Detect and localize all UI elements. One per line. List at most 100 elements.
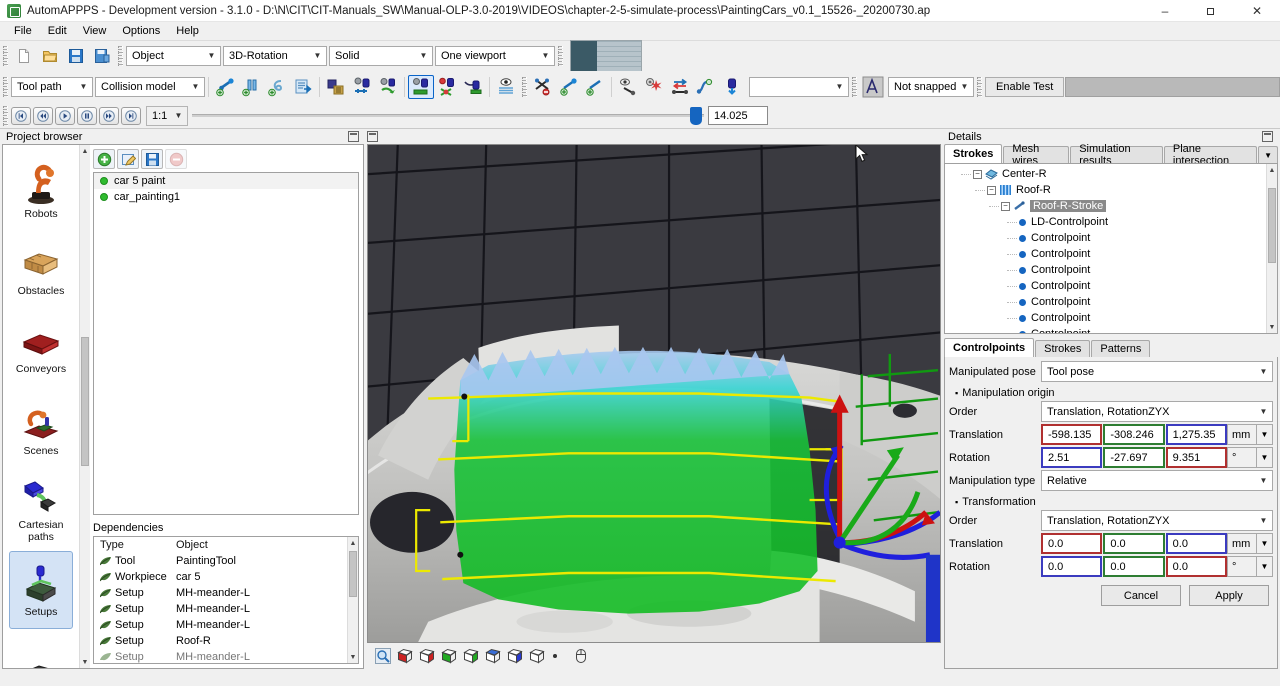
table-row[interactable]: Tool PaintingTool [94, 553, 347, 569]
transform-rotation-y[interactable]: 0.0 [1103, 556, 1164, 577]
step-back-button[interactable] [33, 107, 53, 125]
tool-calibrate-icon[interactable] [375, 75, 401, 99]
zoom-fit-icon[interactable] [373, 646, 393, 666]
chevron-down-icon[interactable]: ▼ [1257, 447, 1273, 468]
scroll-down-icon[interactable]: ▼ [80, 656, 90, 668]
dependencies-scrollbar[interactable]: ▲ ▼ [347, 537, 358, 663]
view-more-icon[interactable] [549, 646, 561, 666]
timeline-slider-handle[interactable] [690, 107, 702, 125]
snap-mode-combo[interactable]: Not snapped ▼ [888, 77, 974, 97]
reverse-direction-icon[interactable] [667, 75, 693, 99]
chevron-down-icon[interactable]: ▼ [1257, 556, 1273, 577]
cancel-button[interactable]: Cancel [1101, 585, 1181, 606]
time-value-field[interactable]: 14.025 [708, 106, 768, 125]
project-item-list[interactable]: car 5 paint car_painting1 [93, 172, 359, 515]
view-right-icon[interactable] [461, 646, 481, 666]
show-setup-icon[interactable] [408, 75, 434, 99]
smooth-path-icon[interactable] [693, 75, 719, 99]
scroll-down-icon[interactable]: ▼ [1267, 321, 1277, 333]
list-item[interactable]: car_painting1 [94, 189, 358, 205]
maximize-button[interactable] [1188, 0, 1234, 22]
toolbar-grip-3[interactable] [558, 46, 563, 66]
view-bottom-icon[interactable] [505, 646, 525, 666]
menu-view[interactable]: View [75, 24, 115, 38]
sidebar-item-setups[interactable]: Setups [9, 551, 73, 629]
expander-icon[interactable]: − [987, 186, 996, 195]
skip-to-start-button[interactable] [11, 107, 31, 125]
menu-options[interactable]: Options [114, 24, 168, 38]
close-button[interactable]: ✕ [1234, 0, 1280, 22]
edit-item-icon[interactable] [117, 149, 139, 169]
view-back-icon[interactable] [417, 646, 437, 666]
delete-point-icon[interactable] [530, 75, 556, 99]
menu-file[interactable]: File [6, 24, 40, 38]
new-file-icon[interactable] [11, 44, 37, 68]
restore-details-icon[interactable] [1262, 131, 1273, 142]
manipulated-pose-combo[interactable]: Tool pose ▼ [1041, 361, 1273, 382]
scroll-down-icon[interactable]: ▼ [348, 651, 358, 663]
play-button[interactable] [55, 107, 75, 125]
manipulation-type-combo[interactable]: Relative ▼ [1041, 470, 1273, 491]
apply-button[interactable]: Apply [1189, 585, 1269, 606]
toolbar-grip-5[interactable] [522, 77, 527, 97]
transform-translation-z[interactable]: 0.0 [1166, 533, 1227, 554]
toolbar-grip-7[interactable] [977, 77, 982, 97]
transform-order-combo[interactable]: Translation, RotationZYX ▼ [1041, 510, 1273, 531]
scrollbar-track[interactable] [80, 157, 90, 656]
timeline-slider[interactable] [192, 107, 704, 125]
pause-button[interactable] [77, 107, 97, 125]
origin-rotation-y[interactable]: -27.697 [1103, 447, 1164, 468]
tree-node-roof-r-stroke[interactable]: − Roof-R-Stroke [945, 198, 1266, 214]
tree-node-controlpoint[interactable]: Controlpoint [945, 294, 1266, 310]
add-spiral-path-icon[interactable] [264, 75, 290, 99]
tree-node-controlpoint[interactable]: Controlpoint [945, 230, 1266, 246]
tree-node-controlpoint[interactable]: Controlpoint [945, 278, 1266, 294]
visibility-lines-icon[interactable] [493, 75, 519, 99]
chevron-down-icon[interactable]: ▼ [1257, 533, 1273, 554]
restore-panel-icon[interactable] [348, 131, 359, 142]
table-row[interactable]: Setup MH-meander-L [94, 649, 347, 663]
minimize-button[interactable]: – [1142, 0, 1188, 22]
table-row[interactable]: Setup MH-meander-L [94, 617, 347, 633]
sidebar-item-cartesian-paths[interactable]: Cartesian paths [9, 471, 73, 549]
apply-path-icon[interactable] [290, 75, 316, 99]
origin-translation-x[interactable]: -598.135 [1041, 424, 1102, 445]
list-item[interactable]: car 5 paint [94, 173, 358, 189]
workpiece-setup-icon[interactable] [323, 75, 349, 99]
snap-mode-icon[interactable] [860, 75, 886, 99]
view-front-icon[interactable] [395, 646, 415, 666]
sidebar-item-obstacles[interactable]: Obstacles [9, 231, 73, 309]
delete-item-icon[interactable] [165, 149, 187, 169]
transform-translation-x[interactable]: 0.0 [1041, 533, 1102, 554]
table-row[interactable]: Setup Roof-R [94, 633, 347, 649]
scrollbar-thumb[interactable] [81, 337, 89, 467]
tree-node-controlpoint[interactable]: Controlpoint [945, 246, 1266, 262]
strokes-tree-scrollbar[interactable]: ▲ ▼ [1266, 164, 1277, 333]
playback-speed-combo[interactable]: 1:1 ▼ [146, 106, 188, 126]
tree-node-roof-r[interactable]: − Roof-R [945, 182, 1266, 198]
append-point-icon[interactable] [582, 75, 608, 99]
sidebar-item-partial[interactable] [9, 631, 73, 668]
tab-plane-intersection[interactable]: Plane intersection [1164, 146, 1257, 163]
toolbar-grip-6[interactable] [852, 77, 857, 97]
add-linear-path-icon[interactable] [212, 75, 238, 99]
view-left-icon[interactable] [439, 646, 459, 666]
expander-icon[interactable]: − [1001, 202, 1010, 211]
scroll-up-icon[interactable]: ▲ [1267, 164, 1277, 176]
tool-mount-icon[interactable] [349, 75, 375, 99]
save-file-icon[interactable] [63, 44, 89, 68]
tab-mesh-wires[interactable]: Mesh wires [1003, 146, 1069, 163]
table-row[interactable]: Setup MH-meander-L [94, 585, 347, 601]
strokes-tree[interactable]: − Center-R − Roof-R − Roof-R-St [944, 163, 1278, 334]
tab-patterns[interactable]: Patterns [1091, 340, 1150, 357]
enable-test-button[interactable]: Enable Test [985, 77, 1064, 97]
tab-strokes[interactable]: Strokes [944, 144, 1002, 163]
scroll-up-icon[interactable]: ▲ [348, 537, 358, 549]
tool-orientation-icon[interactable] [719, 75, 745, 99]
recompute-path-icon[interactable] [641, 75, 667, 99]
toolbar-grip-2[interactable] [118, 46, 123, 66]
scroll-up-icon[interactable]: ▲ [80, 145, 90, 157]
origin-rotation-z[interactable]: 9.351 [1166, 447, 1227, 468]
menu-help[interactable]: Help [168, 24, 207, 38]
toolbar-grip-8[interactable] [3, 106, 8, 126]
